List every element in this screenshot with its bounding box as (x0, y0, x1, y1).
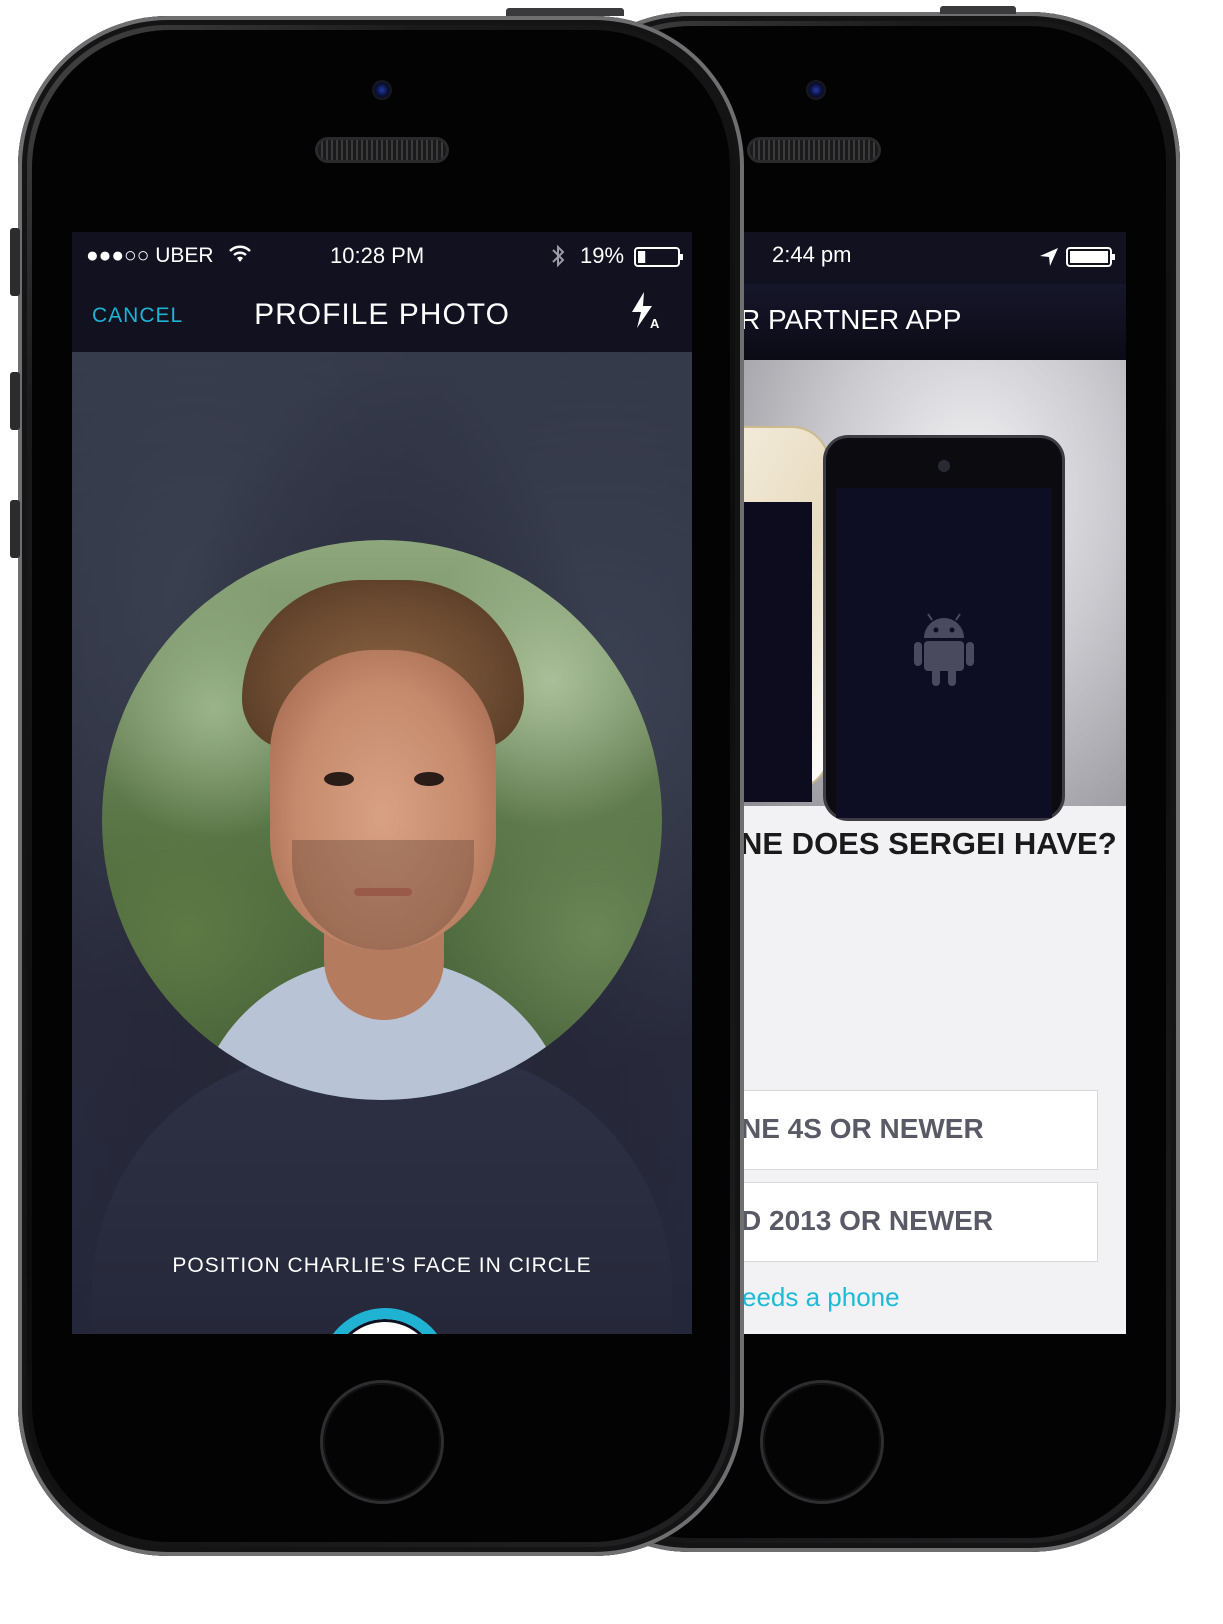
bluetooth-icon (552, 244, 565, 268)
front-earpiece (318, 140, 446, 160)
flash-auto-icon[interactable]: A (628, 290, 668, 334)
back-home-button[interactable] (760, 1380, 884, 1504)
page-title: PROFILE PHOTO (254, 298, 510, 331)
front-phone-screen: POSITION CHARLIE’S FACE IN CIRCLE ●●●○○ … (72, 232, 692, 1334)
back-phone-screen: 2:44 pm R PARTNER APP NE DOES SERGEI HAV… (740, 232, 1126, 1334)
wifi-icon (229, 245, 251, 262)
front-camera (372, 80, 392, 100)
volume-up-button (10, 372, 20, 430)
device-hero-image (740, 360, 1126, 818)
status-bar: ●●●○○ UBER 10:28 PM 19% (72, 232, 692, 282)
back-nav-header: R PARTNER APP (740, 284, 1126, 360)
face-guide-circle (102, 540, 662, 1100)
front-power-button (506, 8, 624, 16)
android-icon (914, 613, 974, 686)
back-status-bar: 2:44 pm (740, 232, 1126, 284)
option-iphone-4s[interactable]: NE 4S OR NEWER (740, 1090, 1098, 1170)
flash-mode-label: A (650, 316, 660, 331)
android-phone-illustration (826, 438, 1062, 818)
camera-hint-text: POSITION CHARLIE’S FACE IN CIRCLE (172, 1254, 592, 1277)
mute-switch (10, 228, 20, 296)
back-power-button (940, 6, 1016, 14)
option-label: NE 4S OR NEWER (741, 1113, 984, 1144)
battery-icon (1066, 247, 1115, 267)
status-time: 10:28 PM (330, 243, 425, 268)
front-home-button[interactable] (320, 1380, 444, 1504)
phone-type-question: NE DOES SERGEI HAVE? (740, 826, 1117, 861)
camera-preview-background: POSITION CHARLIE’S FACE IN CIRCLE (72, 352, 692, 1334)
battery-percent: 19% (580, 243, 625, 268)
back-header-title: R PARTNER APP (740, 304, 962, 335)
option-label: D 2013 OR NEWER (741, 1205, 994, 1236)
nav-header: CANCEL PROFILE PHOTO A (72, 282, 692, 352)
location-arrow-icon (1040, 248, 1058, 266)
back-front-camera (806, 80, 826, 100)
volume-down-button (10, 500, 20, 558)
battery-icon (634, 247, 683, 267)
option-android-2013[interactable]: D 2013 OR NEWER (740, 1182, 1098, 1262)
back-earpiece (750, 140, 878, 160)
needs-phone-link[interactable]: eeds a phone (742, 1282, 900, 1313)
back-status-time: 2:44 pm (772, 242, 852, 267)
iphone-illustration (740, 428, 828, 802)
carrier-signal: ●●●○○ UBER (86, 244, 214, 267)
